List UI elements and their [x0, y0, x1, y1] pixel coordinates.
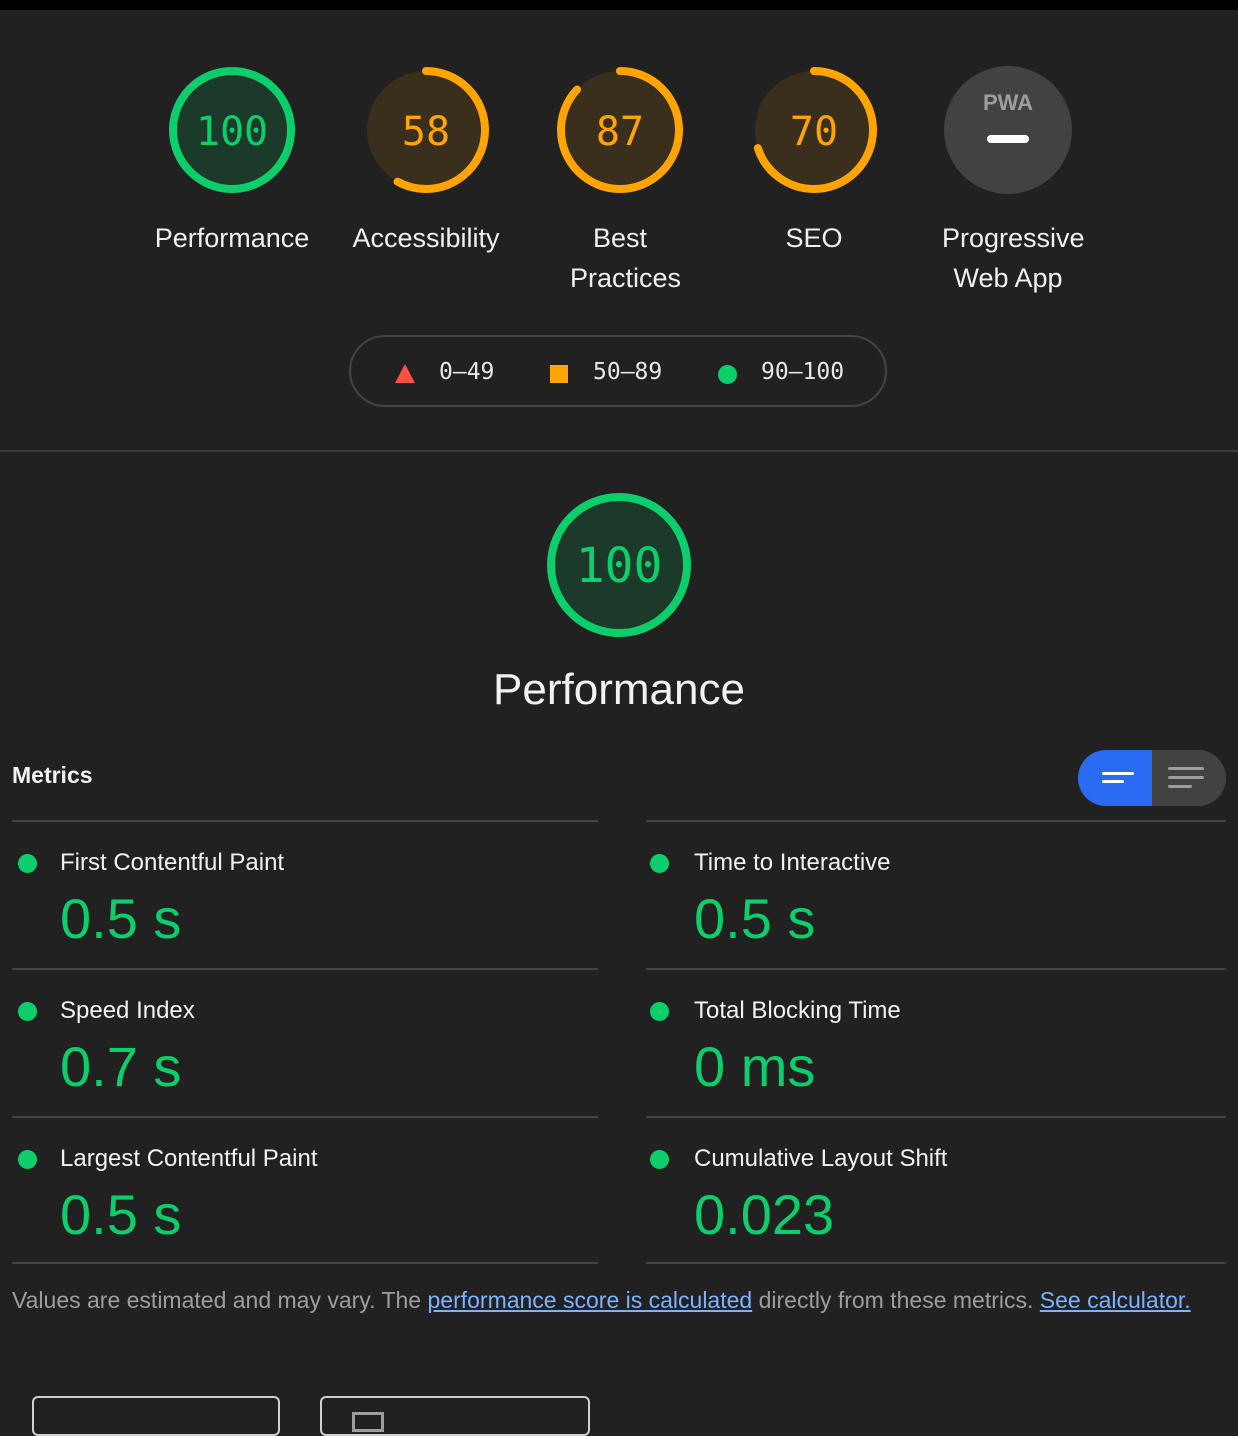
- performance-score: 100: [576, 538, 663, 594]
- metric-label: Largest Contentful Paint: [60, 1145, 318, 1172]
- gauge-score: 58: [402, 109, 450, 155]
- pwa-badge-text: PWA: [983, 90, 1033, 115]
- pass-circle-icon: [650, 1150, 669, 1169]
- gauge-label: Best Practices: [570, 223, 682, 293]
- gauge-accessibility[interactable]: 58 Accessibility: [336, 64, 516, 258]
- performance-gauge: 100: [544, 490, 694, 645]
- performance-gauge-ring: 100: [547, 493, 691, 637]
- pass-circle-icon: [18, 854, 37, 873]
- gauge-seo-ring: 70: [751, 67, 877, 193]
- gauge-label: Progressive Web App: [942, 223, 1085, 293]
- metrics-note: Values are estimated and may vary. The p…: [12, 1280, 1212, 1320]
- metrics-view-toggle[interactable]: [1078, 750, 1226, 806]
- metric-value: 0.023: [694, 1183, 835, 1246]
- metric-lcp: Largest Contentful Paint 0.5 s: [12, 1116, 598, 1264]
- metric-fcp: First Contentful Paint 0.5 s: [12, 820, 598, 968]
- gauge-pwa[interactable]: PWA Progressive Web App: [918, 64, 1098, 298]
- gauge-performance[interactable]: 100 Performance: [142, 64, 322, 258]
- trace-icon: [352, 1412, 384, 1432]
- metric-label: Time to Interactive: [694, 849, 891, 876]
- note-prefix: Values are estimated and may vary. The: [12, 1287, 428, 1313]
- pass-circle-icon: [650, 1002, 669, 1021]
- triangle-icon: [395, 364, 415, 383]
- see-calculator-link[interactable]: See calculator.: [1040, 1287, 1191, 1313]
- gauge-score: 100: [196, 109, 268, 155]
- legend-fail: 0–49: [439, 359, 495, 385]
- gauge-best-practices-ring: 87: [557, 67, 683, 193]
- note-middle: directly from these metrics.: [752, 1287, 1040, 1313]
- list-view-button[interactable]: [1078, 750, 1152, 806]
- metric-tbt: Total Blocking Time 0 ms: [646, 968, 1226, 1116]
- view-trace-button[interactable]: [320, 1396, 590, 1436]
- pwa-icon: PWA: [944, 66, 1072, 194]
- metric-value: 0.5 s: [694, 887, 816, 950]
- metric-label: Speed Index: [60, 997, 195, 1024]
- view-treemap-button[interactable]: [32, 1396, 280, 1436]
- circle-icon: [718, 365, 737, 384]
- performance-title: Performance: [493, 665, 745, 714]
- top-bar: [0, 0, 1238, 10]
- metric-tti: Time to Interactive 0.5 s: [646, 820, 1226, 968]
- square-icon: [550, 365, 568, 383]
- metric-value: 0 ms: [694, 1035, 816, 1098]
- metric-label: Cumulative Layout Shift: [694, 1145, 948, 1172]
- gauge-best-practices[interactable]: 87 Best Practices: [530, 64, 710, 298]
- gauge-score: 87: [596, 109, 644, 155]
- metric-value: 0.7 s: [60, 1035, 182, 1098]
- gauge-label: Accessibility: [352, 223, 500, 253]
- pass-circle-icon: [18, 1002, 37, 1021]
- category-gauges: 100 Performance 58 Accessibility 87 Best…: [0, 64, 1238, 304]
- legend-average: 50–89: [593, 359, 663, 385]
- metric-value: 0.5 s: [60, 887, 182, 950]
- metrics-title: Metrics: [12, 762, 93, 788]
- metric-value: 0.5 s: [60, 1183, 182, 1246]
- section-divider: [0, 450, 1238, 452]
- detail-view-button[interactable]: [1152, 750, 1226, 806]
- gauge-performance-ring: 100: [169, 67, 295, 193]
- gauge-seo[interactable]: 70 SEO: [724, 64, 904, 258]
- gauge-label: Performance: [154, 223, 310, 253]
- metric-label: Total Blocking Time: [694, 997, 901, 1024]
- score-legend: 0–49 50–89 90–100: [349, 335, 887, 407]
- gauge-score: 70: [790, 109, 838, 155]
- metrics-column-left: First Contentful Paint 0.5 s Speed Index…: [12, 820, 598, 1264]
- pass-circle-icon: [18, 1150, 37, 1169]
- score-calculated-link[interactable]: performance score is calculated: [427, 1287, 752, 1313]
- metric-speed-index: Speed Index 0.7 s: [12, 968, 598, 1116]
- metrics-column-right: Time to Interactive 0.5 s Total Blocking…: [646, 820, 1226, 1264]
- gauge-accessibility-ring: 58: [363, 67, 489, 193]
- metric-cls: Cumulative Layout Shift 0.023: [646, 1116, 1226, 1264]
- legend-pass: 90–100: [761, 359, 845, 385]
- pass-circle-icon: [650, 854, 669, 873]
- metric-label: First Contentful Paint: [60, 849, 285, 876]
- gauge-label: SEO: [785, 223, 843, 253]
